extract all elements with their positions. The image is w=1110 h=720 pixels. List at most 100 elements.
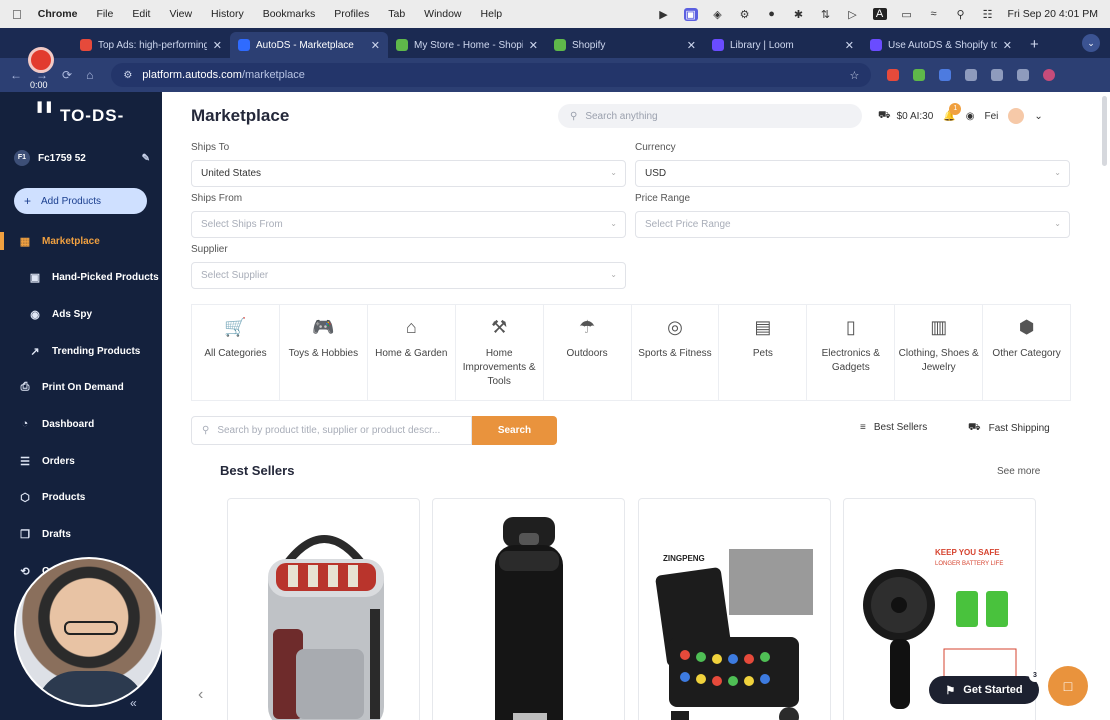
- category-home-improvements[interactable]: ⚒ Home Improvements & Tools: [456, 305, 544, 400]
- webcam-bubble[interactable]: [14, 557, 164, 707]
- browser-tab[interactable]: My Store - Home - Shopif ✕: [388, 32, 546, 58]
- bluetooth-icon[interactable]: ✱: [792, 8, 806, 21]
- browser-tab-active[interactable]: AutoDS - Marketplace ✕: [230, 32, 388, 58]
- scrollbar-thumb[interactable]: [1102, 96, 1107, 166]
- browser-tab[interactable]: Shopify ✕: [546, 32, 704, 58]
- new-tab-plus-icon[interactable]: +: [1020, 36, 1049, 58]
- menu-edit[interactable]: Edit: [132, 8, 150, 20]
- chevron-down-icon[interactable]: ⌄: [1034, 111, 1042, 122]
- wifi-icon[interactable]: ≈: [927, 8, 941, 20]
- menu-view[interactable]: View: [169, 8, 192, 20]
- add-products-button[interactable]: + Add Products: [14, 188, 147, 214]
- screen-record-icon[interactable]: ▣: [683, 7, 698, 21]
- ships-from-select[interactable]: Select Ships From ⌄: [191, 211, 626, 238]
- help-icon[interactable]: ◉: [966, 111, 975, 122]
- dropbox-icon[interactable]: ◈: [711, 8, 725, 21]
- spotlight-icon[interactable]: ⚲: [954, 8, 968, 21]
- close-icon[interactable]: ✕: [845, 39, 854, 52]
- extension-icon[interactable]: [991, 69, 1004, 81]
- menu-history[interactable]: History: [211, 8, 244, 20]
- download-icon[interactable]: [1017, 69, 1030, 81]
- ships-to-select[interactable]: United States ⌄: [191, 160, 626, 187]
- extension-icon[interactable]: [913, 69, 926, 81]
- category-toys[interactable]: 🎮 Toys & Hobbies: [280, 305, 368, 400]
- category-outdoors[interactable]: ☂ Outdoors: [544, 305, 632, 400]
- sidebar-item-ads-spy[interactable]: ◉ Ads Spy: [0, 299, 162, 329]
- address-bar[interactable]: ⚙ platform.autods.com/marketplace ☆: [111, 63, 872, 87]
- get-started-button[interactable]: ⚑ Get Started 3: [929, 670, 1041, 704]
- menu-tab[interactable]: Tab: [388, 8, 405, 20]
- extension-icon[interactable]: [939, 69, 952, 81]
- product-card-water-bottle[interactable]: [432, 498, 625, 720]
- menubar-clock[interactable]: Fri Sep 20 4:01 PM: [1008, 8, 1098, 20]
- extension-icon[interactable]: [887, 69, 900, 81]
- bookmark-star-icon[interactable]: ☆: [849, 69, 859, 82]
- menu-bookmarks[interactable]: Bookmarks: [263, 8, 316, 20]
- menu-profiles[interactable]: Profiles: [334, 8, 369, 20]
- category-clothing[interactable]: ▥ Clothing, Shoes & Jewelry: [895, 305, 984, 400]
- close-icon[interactable]: ✕: [687, 39, 696, 52]
- product-search-input[interactable]: ⚲ Search by product title, supplier or p…: [191, 416, 472, 445]
- category-home-garden[interactable]: ⌂ Home & Garden: [368, 305, 456, 400]
- category-all[interactable]: 🛒 All Categories: [192, 305, 280, 400]
- product-card-cooler-backpack[interactable]: [227, 498, 420, 720]
- battery-icon[interactable]: ▭: [900, 8, 914, 21]
- settings-icon[interactable]: ⚙: [738, 8, 752, 21]
- menu-help[interactable]: Help: [481, 8, 503, 20]
- category-other[interactable]: ⬢ Other Category: [983, 305, 1070, 400]
- user-avatar[interactable]: [1008, 108, 1025, 124]
- autods-logo[interactable]: TO-DS-: [60, 106, 124, 126]
- menu-app-name[interactable]: Chrome: [38, 8, 78, 20]
- user-name[interactable]: Fei: [984, 111, 998, 122]
- menu-window[interactable]: Window: [424, 8, 461, 20]
- close-icon[interactable]: ✕: [213, 39, 222, 52]
- global-search-input[interactable]: ⚲ Search anything: [558, 104, 862, 128]
- sidebar-item-marketplace[interactable]: ▦ Marketplace: [0, 226, 162, 256]
- edit-pencil-icon[interactable]: ✎: [142, 153, 150, 164]
- notifications-bell-icon[interactable]: 🔔 1: [943, 102, 962, 122]
- fast-shipping-filter[interactable]: ⛟ Fast Shipping: [968, 422, 1050, 435]
- play-circle-icon[interactable]: ▷: [846, 8, 860, 21]
- sidebar-item-hand-picked[interactable]: ▣ Hand-Picked Products: [0, 262, 162, 292]
- font-app-icon[interactable]: A: [872, 8, 887, 20]
- home-icon[interactable]: ⌂: [86, 68, 93, 82]
- close-icon[interactable]: ✕: [529, 39, 538, 52]
- wechat-icon[interactable]: ●: [765, 8, 779, 20]
- sidebar-item-print-on-demand[interactable]: ⎙ Print On Demand: [0, 372, 162, 402]
- sidebar-item-trending[interactable]: ↗ Trending Products: [0, 336, 162, 366]
- browser-tab[interactable]: Library | Loom ✕: [704, 32, 862, 58]
- close-icon[interactable]: ✕: [1003, 39, 1012, 52]
- close-icon[interactable]: ✕: [371, 39, 380, 52]
- chat-support-button[interactable]: □: [1048, 666, 1088, 706]
- stop-recording-button[interactable]: [28, 47, 54, 73]
- network-icon[interactable]: ⇅: [819, 8, 833, 21]
- extension-icon[interactable]: [965, 69, 978, 81]
- tab-search-chevron-icon[interactable]: ⌄: [1082, 34, 1100, 52]
- pause-recording-icon[interactable]: ❚❚: [35, 100, 53, 113]
- back-arrow-icon[interactable]: ←: [10, 68, 22, 82]
- carousel-prev-arrow-icon[interactable]: ‹: [198, 686, 203, 704]
- cast-icon[interactable]: ▶: [657, 8, 671, 21]
- product-card-push-up-board[interactable]: ZINGPENG: [638, 498, 831, 720]
- category-pets[interactable]: ▤ Pets: [719, 305, 808, 400]
- browser-tab[interactable]: Top Ads: high-performing ✕: [72, 32, 230, 58]
- browser-tab[interactable]: Use AutoDS & Shopify to ✕: [862, 32, 1020, 58]
- sidebar-item-orders[interactable]: ☰ Orders: [0, 446, 162, 476]
- price-range-select[interactable]: Select Price Range ⌄: [635, 211, 1070, 238]
- category-sports[interactable]: ◎ Sports & Fitness: [632, 305, 720, 400]
- sidebar-item-products[interactable]: ⬡ Products: [0, 482, 162, 512]
- sidebar-item-dashboard[interactable]: ◔ Dashboard: [0, 409, 162, 439]
- currency-select[interactable]: USD ⌄: [635, 160, 1070, 187]
- category-electronics[interactable]: ▯ Electronics & Gadgets: [807, 305, 896, 400]
- best-sellers-filter[interactable]: ≡ Best Sellers: [860, 422, 927, 433]
- site-info-icon[interactable]: ⚙: [123, 70, 132, 81]
- reload-icon[interactable]: ⟳: [62, 68, 72, 82]
- product-search-button[interactable]: Search: [472, 416, 557, 445]
- balance-widget[interactable]: ⛟ $0 AI:30: [878, 110, 933, 123]
- control-center-icon[interactable]: ☷: [981, 8, 995, 21]
- store-selector[interactable]: F1 Fc1759 52 ✎: [14, 150, 150, 166]
- apple-icon[interactable]: : [12, 7, 22, 22]
- menu-file[interactable]: File: [96, 8, 113, 20]
- see-more-link[interactable]: See more: [997, 466, 1040, 477]
- supplier-select[interactable]: Select Supplier ⌄: [191, 262, 626, 289]
